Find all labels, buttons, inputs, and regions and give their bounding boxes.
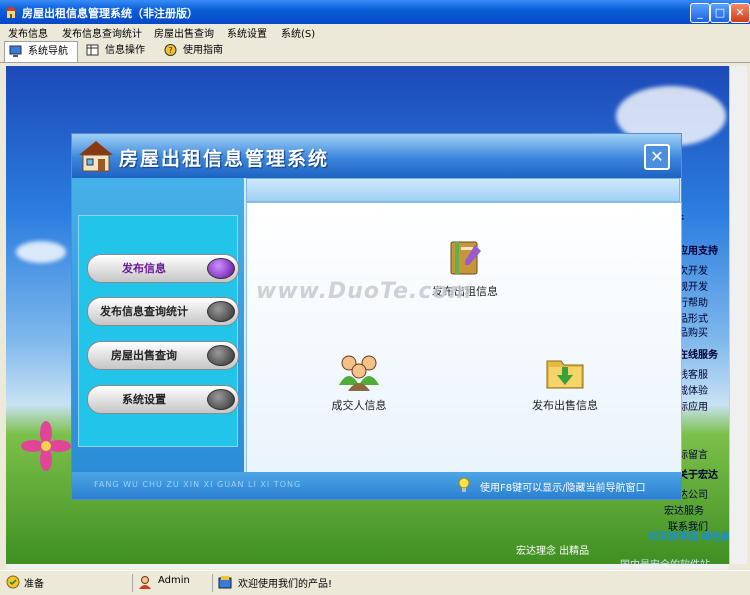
nav-label: 房屋出售查询 xyxy=(111,349,177,362)
side-link[interactable]: 标应用 xyxy=(678,398,708,413)
footer-tip: 使用F8键可以显示/隐藏当前导航窗口 xyxy=(480,483,646,494)
nav-label: 发布信息 xyxy=(122,262,166,275)
lightbulb-icon xyxy=(458,477,470,492)
notebook-icon xyxy=(450,241,481,275)
brand-watermark: 华军软件园 绿色软件大全 xyxy=(648,532,729,543)
indicator-icon xyxy=(207,345,235,366)
side-text: 应用支持 xyxy=(678,246,718,257)
deal-person-feature[interactable]: 成交人信息 xyxy=(289,351,429,413)
nav-panel: 发布信息 发布信息查询统计 房屋出售查询 系统设置 xyxy=(72,178,244,472)
flower-decoration xyxy=(21,421,71,471)
status-ready: 准备 xyxy=(24,579,44,590)
brand-subtitle: 国内最安全的软件站 xyxy=(620,556,710,564)
side-link[interactable]: 次开发 xyxy=(678,262,708,277)
monitor-icon xyxy=(9,45,22,57)
side-text: 在线服务 xyxy=(678,350,718,361)
tab-label: 信息操作 xyxy=(105,45,145,56)
nav-label: 系统设置 xyxy=(122,393,166,406)
side-link[interactable]: 宏达服务 xyxy=(664,502,704,517)
minimize-button[interactable]: _ xyxy=(690,3,710,23)
dialog-close-button[interactable]: ✕ xyxy=(644,144,670,170)
menu-house-sale-query[interactable]: 房屋出售查询 xyxy=(154,25,214,40)
main-dialog: 房屋出租信息管理系统 ✕ 发布信息 发布信息查询统计 房屋出售查询 系统设置 发… xyxy=(71,133,682,500)
bottom-slogan: 宏达理念 出精品 xyxy=(516,546,590,557)
title-bar: 房屋出租信息管理系统（非注册版） _ □ ✕ xyxy=(0,0,750,24)
product-icon xyxy=(218,576,232,589)
feature-label: 成交人信息 xyxy=(331,399,387,412)
tab-system-nav[interactable]: 系统导航 xyxy=(4,41,78,62)
tab-user-guide[interactable]: ? 使用指南 xyxy=(160,41,234,61)
menu-publish-stats[interactable]: 发布信息查询统计 xyxy=(62,25,142,40)
content-panel: 发布出租信息 成交人信息 发布出售信息 xyxy=(246,202,682,474)
status-user: Admin xyxy=(158,575,190,586)
dialog-footer: FANG WU CHU ZU XIN XI GUAN LI XI TONG 使用… xyxy=(72,472,681,499)
dialog-title: 房屋出租信息管理系统 xyxy=(119,148,330,170)
people-icon xyxy=(339,355,379,391)
side-link[interactable]: 达公司 xyxy=(678,486,708,501)
feature-label: 发布出售信息 xyxy=(532,399,598,412)
nav-publish-stats-button[interactable]: 发布信息查询统计 xyxy=(87,297,239,326)
maximize-button[interactable]: □ xyxy=(710,3,730,23)
dialog-header: 房屋出租信息管理系统 ✕ xyxy=(72,134,681,178)
tab-label: 系统导航 xyxy=(28,46,68,57)
horizontal-scrollbar[interactable] xyxy=(6,564,729,569)
status-divider xyxy=(212,574,213,592)
nav-house-sale-query-button[interactable]: 房屋出售查询 xyxy=(87,341,239,370)
menu-system-settings[interactable]: 系统设置 xyxy=(227,25,267,40)
user-icon xyxy=(139,576,151,589)
site-watermark: www.DuoTe.com xyxy=(256,279,473,304)
nav-system-settings-button[interactable]: 系统设置 xyxy=(87,385,239,414)
status-bar: 准备 Admin 欢迎使用我们的产品! xyxy=(0,570,750,595)
menu-bar: 发布信息 发布信息查询统计 房屋出售查询 系统设置 系统(S) xyxy=(0,24,750,40)
side-link[interactable]: 线客服 xyxy=(678,366,708,381)
status-divider xyxy=(132,574,133,592)
nav-panel-inner: 发布信息 发布信息查询统计 房屋出售查询 系统设置 xyxy=(78,215,239,447)
tab-label: 使用指南 xyxy=(183,45,223,56)
side-link[interactable]: 规开发 xyxy=(678,278,708,293)
indicator-icon xyxy=(207,301,235,322)
menu-system[interactable]: 系统(S) xyxy=(281,25,315,40)
side-link[interactable]: 品购买 xyxy=(678,324,708,339)
house-icon xyxy=(79,141,113,172)
side-link[interactable]: 载体验 xyxy=(678,382,708,397)
grid-icon xyxy=(86,44,99,56)
nav-label: 发布信息查询统计 xyxy=(100,305,188,318)
side-link[interactable]: 品形式 xyxy=(678,310,708,325)
active-indicator-icon xyxy=(207,258,235,279)
download-folder-icon xyxy=(546,360,584,389)
tab-info-operation[interactable]: 信息操作 xyxy=(82,41,154,61)
side-link[interactable]: 标留言 xyxy=(678,446,708,461)
tab-bar: 系统导航 信息操作 ? 使用指南 xyxy=(0,40,750,63)
vertical-scrollbar[interactable] xyxy=(729,66,747,564)
help-icon: ? xyxy=(164,44,177,56)
side-text: 关于宏达 xyxy=(678,470,718,481)
side-link[interactable]: 行帮助 xyxy=(678,294,708,309)
cloud xyxy=(16,241,66,263)
footer-pinyin: FANG WU CHU ZU XIN XI GUAN LI XI TONG xyxy=(94,480,302,489)
publish-sale-feature[interactable]: 发布出售信息 xyxy=(495,355,635,413)
close-window-button[interactable]: ✕ xyxy=(730,3,750,23)
svg-text:?: ? xyxy=(168,46,172,55)
menu-publish-info[interactable]: 发布信息 xyxy=(8,25,48,40)
nav-publish-info-button[interactable]: 发布信息 xyxy=(87,254,239,283)
window-title: 房屋出租信息管理系统（非注册版） xyxy=(22,7,198,20)
status-welcome: 欢迎使用我们的产品! xyxy=(238,579,333,590)
content-header-strip xyxy=(246,178,680,202)
app-icon xyxy=(5,6,17,18)
ready-icon xyxy=(6,575,20,589)
indicator-icon xyxy=(207,389,235,410)
